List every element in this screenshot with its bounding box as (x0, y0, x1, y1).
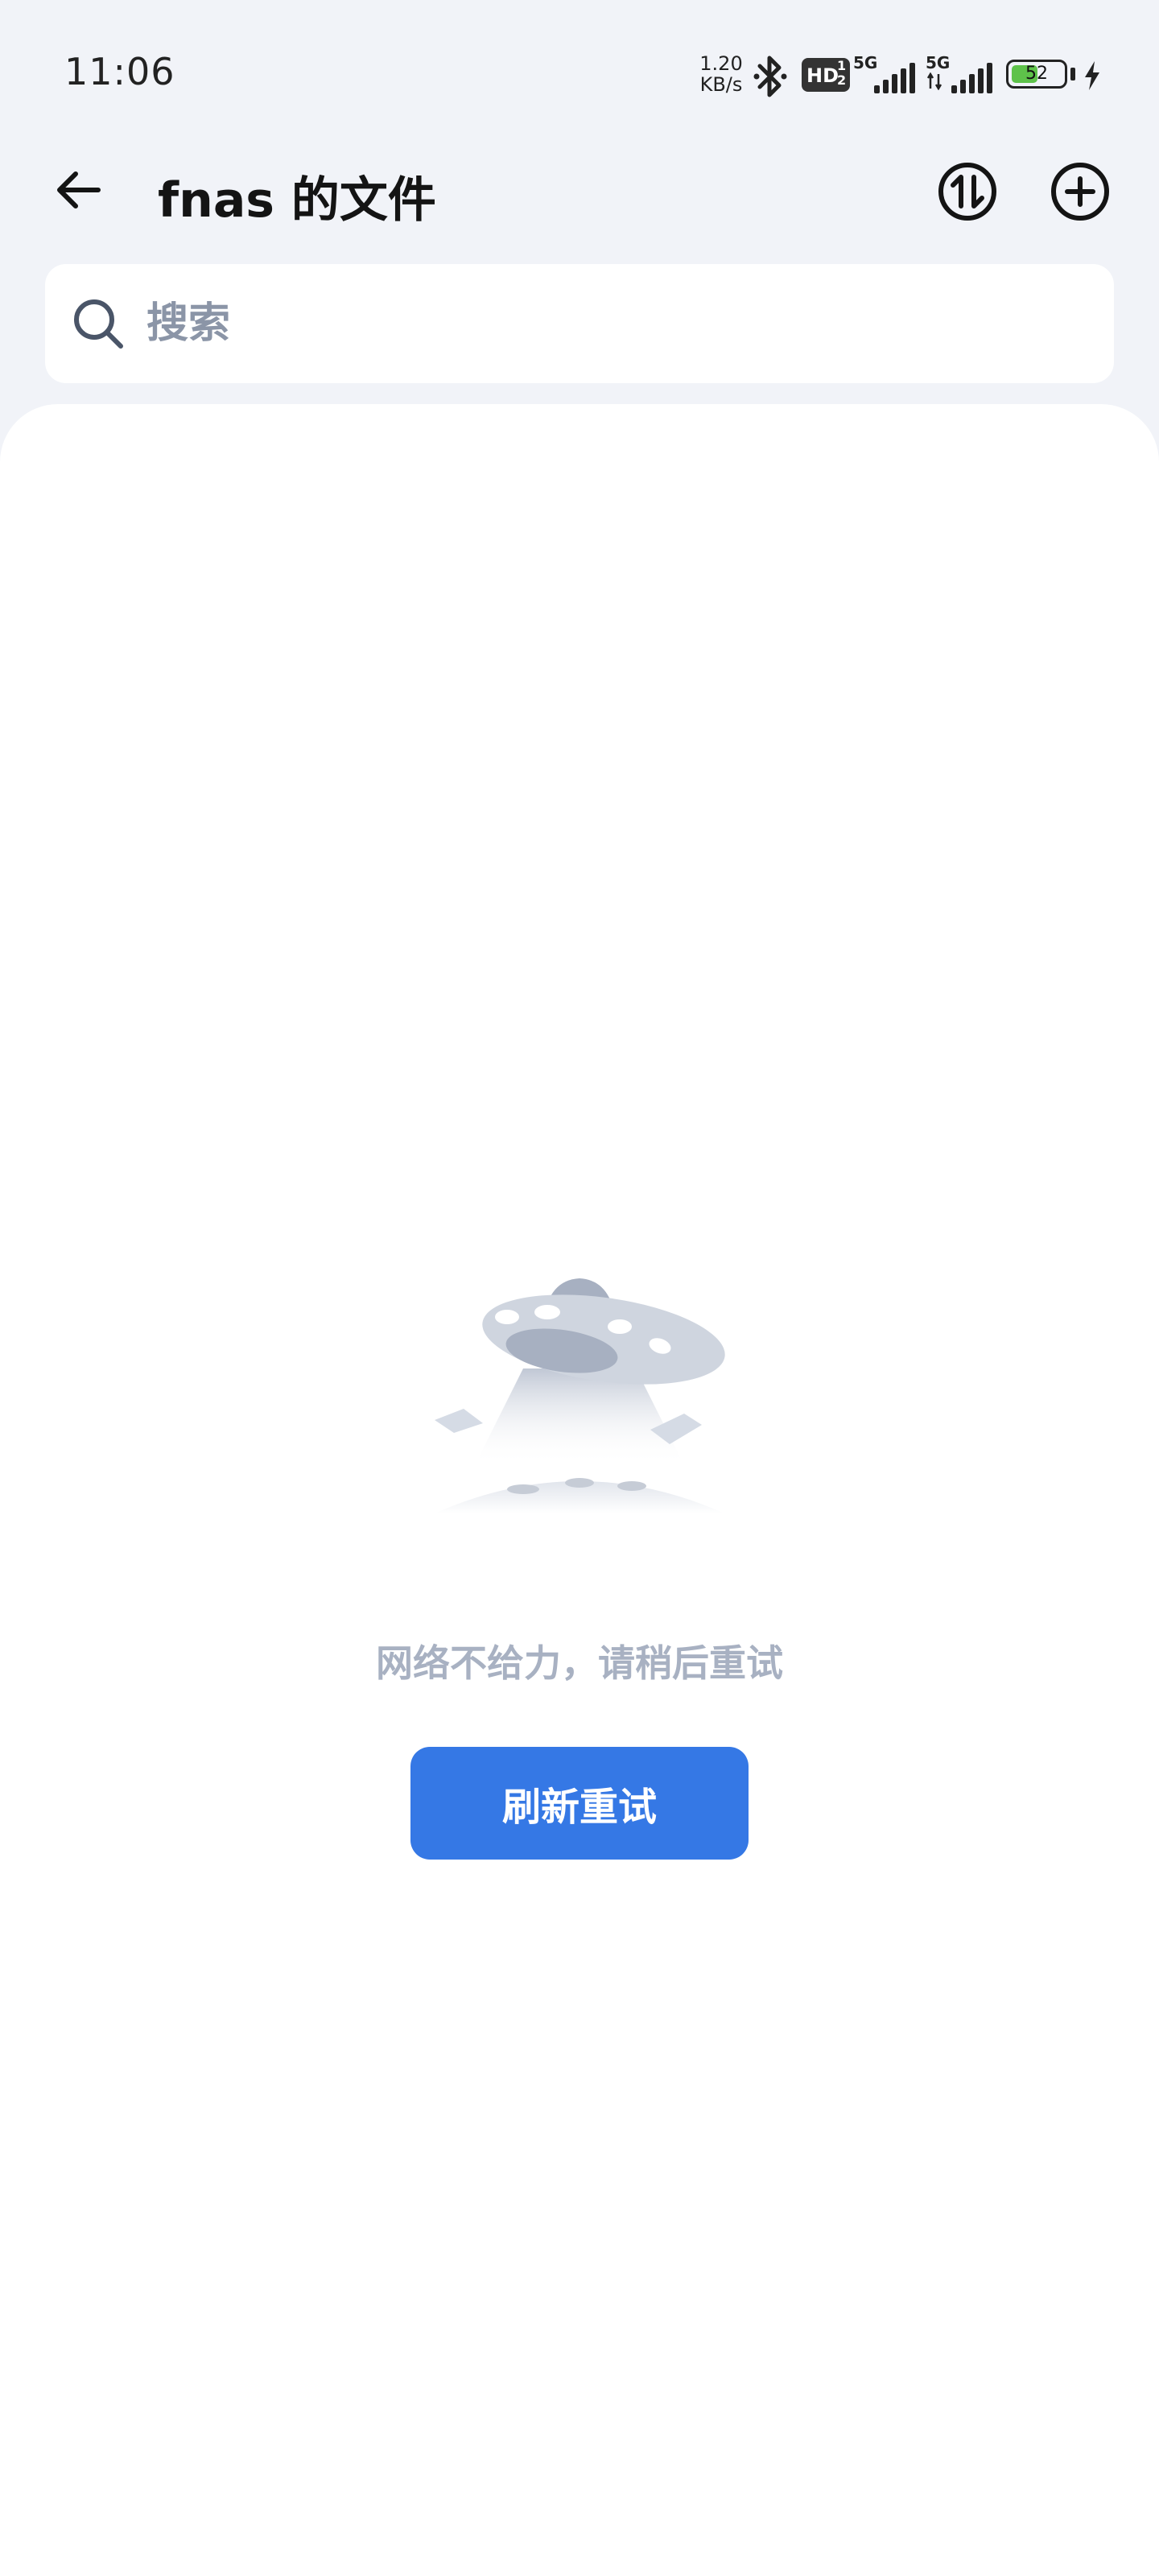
plus-circle-icon (1051, 163, 1109, 221)
search-bar[interactable] (45, 264, 1114, 383)
battery-tip (1070, 68, 1075, 80)
network-speed-unit: KB/s (699, 73, 743, 96)
empty-state-message: 网络不给力，请稍后重试 (376, 1641, 783, 1685)
signal-strength-icon-sim2: 5G (926, 53, 995, 93)
ufo-icon (435, 1278, 725, 1513)
search-input[interactable] (146, 288, 1080, 359)
page-title: fnas 的文件 (158, 172, 436, 229)
hd-voice-icon: HD 1 2 (802, 58, 850, 92)
add-button[interactable] (1048, 159, 1112, 224)
signal-bars-icon (951, 63, 992, 93)
signal-strength-icon-sim1: 5G (853, 53, 918, 93)
arrow-left-icon (57, 171, 101, 208)
battery-icon: 52 (1006, 60, 1067, 89)
search-icon (74, 299, 123, 349)
back-button[interactable] (47, 158, 111, 222)
status-time: 11:06 (64, 50, 175, 93)
charging-icon (1085, 61, 1099, 90)
battery-level: 52 (1025, 64, 1048, 84)
data-activity-icon (927, 72, 942, 90)
network-speed: 1.20 KB/s (695, 53, 747, 95)
network-speed-value: 1.20 (699, 52, 743, 75)
signal-bars-icon (874, 63, 915, 93)
transfer-arrows-icon (938, 163, 996, 221)
bluetooth-icon (753, 56, 787, 97)
refresh-retry-button[interactable]: 刷新重试 (410, 1747, 749, 1860)
network-type-label: 5G (926, 53, 951, 72)
hd-sub-label: 2 (837, 72, 847, 88)
hd-sup-label: 1 (837, 58, 847, 73)
hd-label: HD (806, 64, 839, 87)
status-bar: 11:06 1.20 KB/s HD 1 2 5G 5G 52 (0, 0, 1159, 145)
transfer-list-button[interactable] (935, 159, 1000, 224)
